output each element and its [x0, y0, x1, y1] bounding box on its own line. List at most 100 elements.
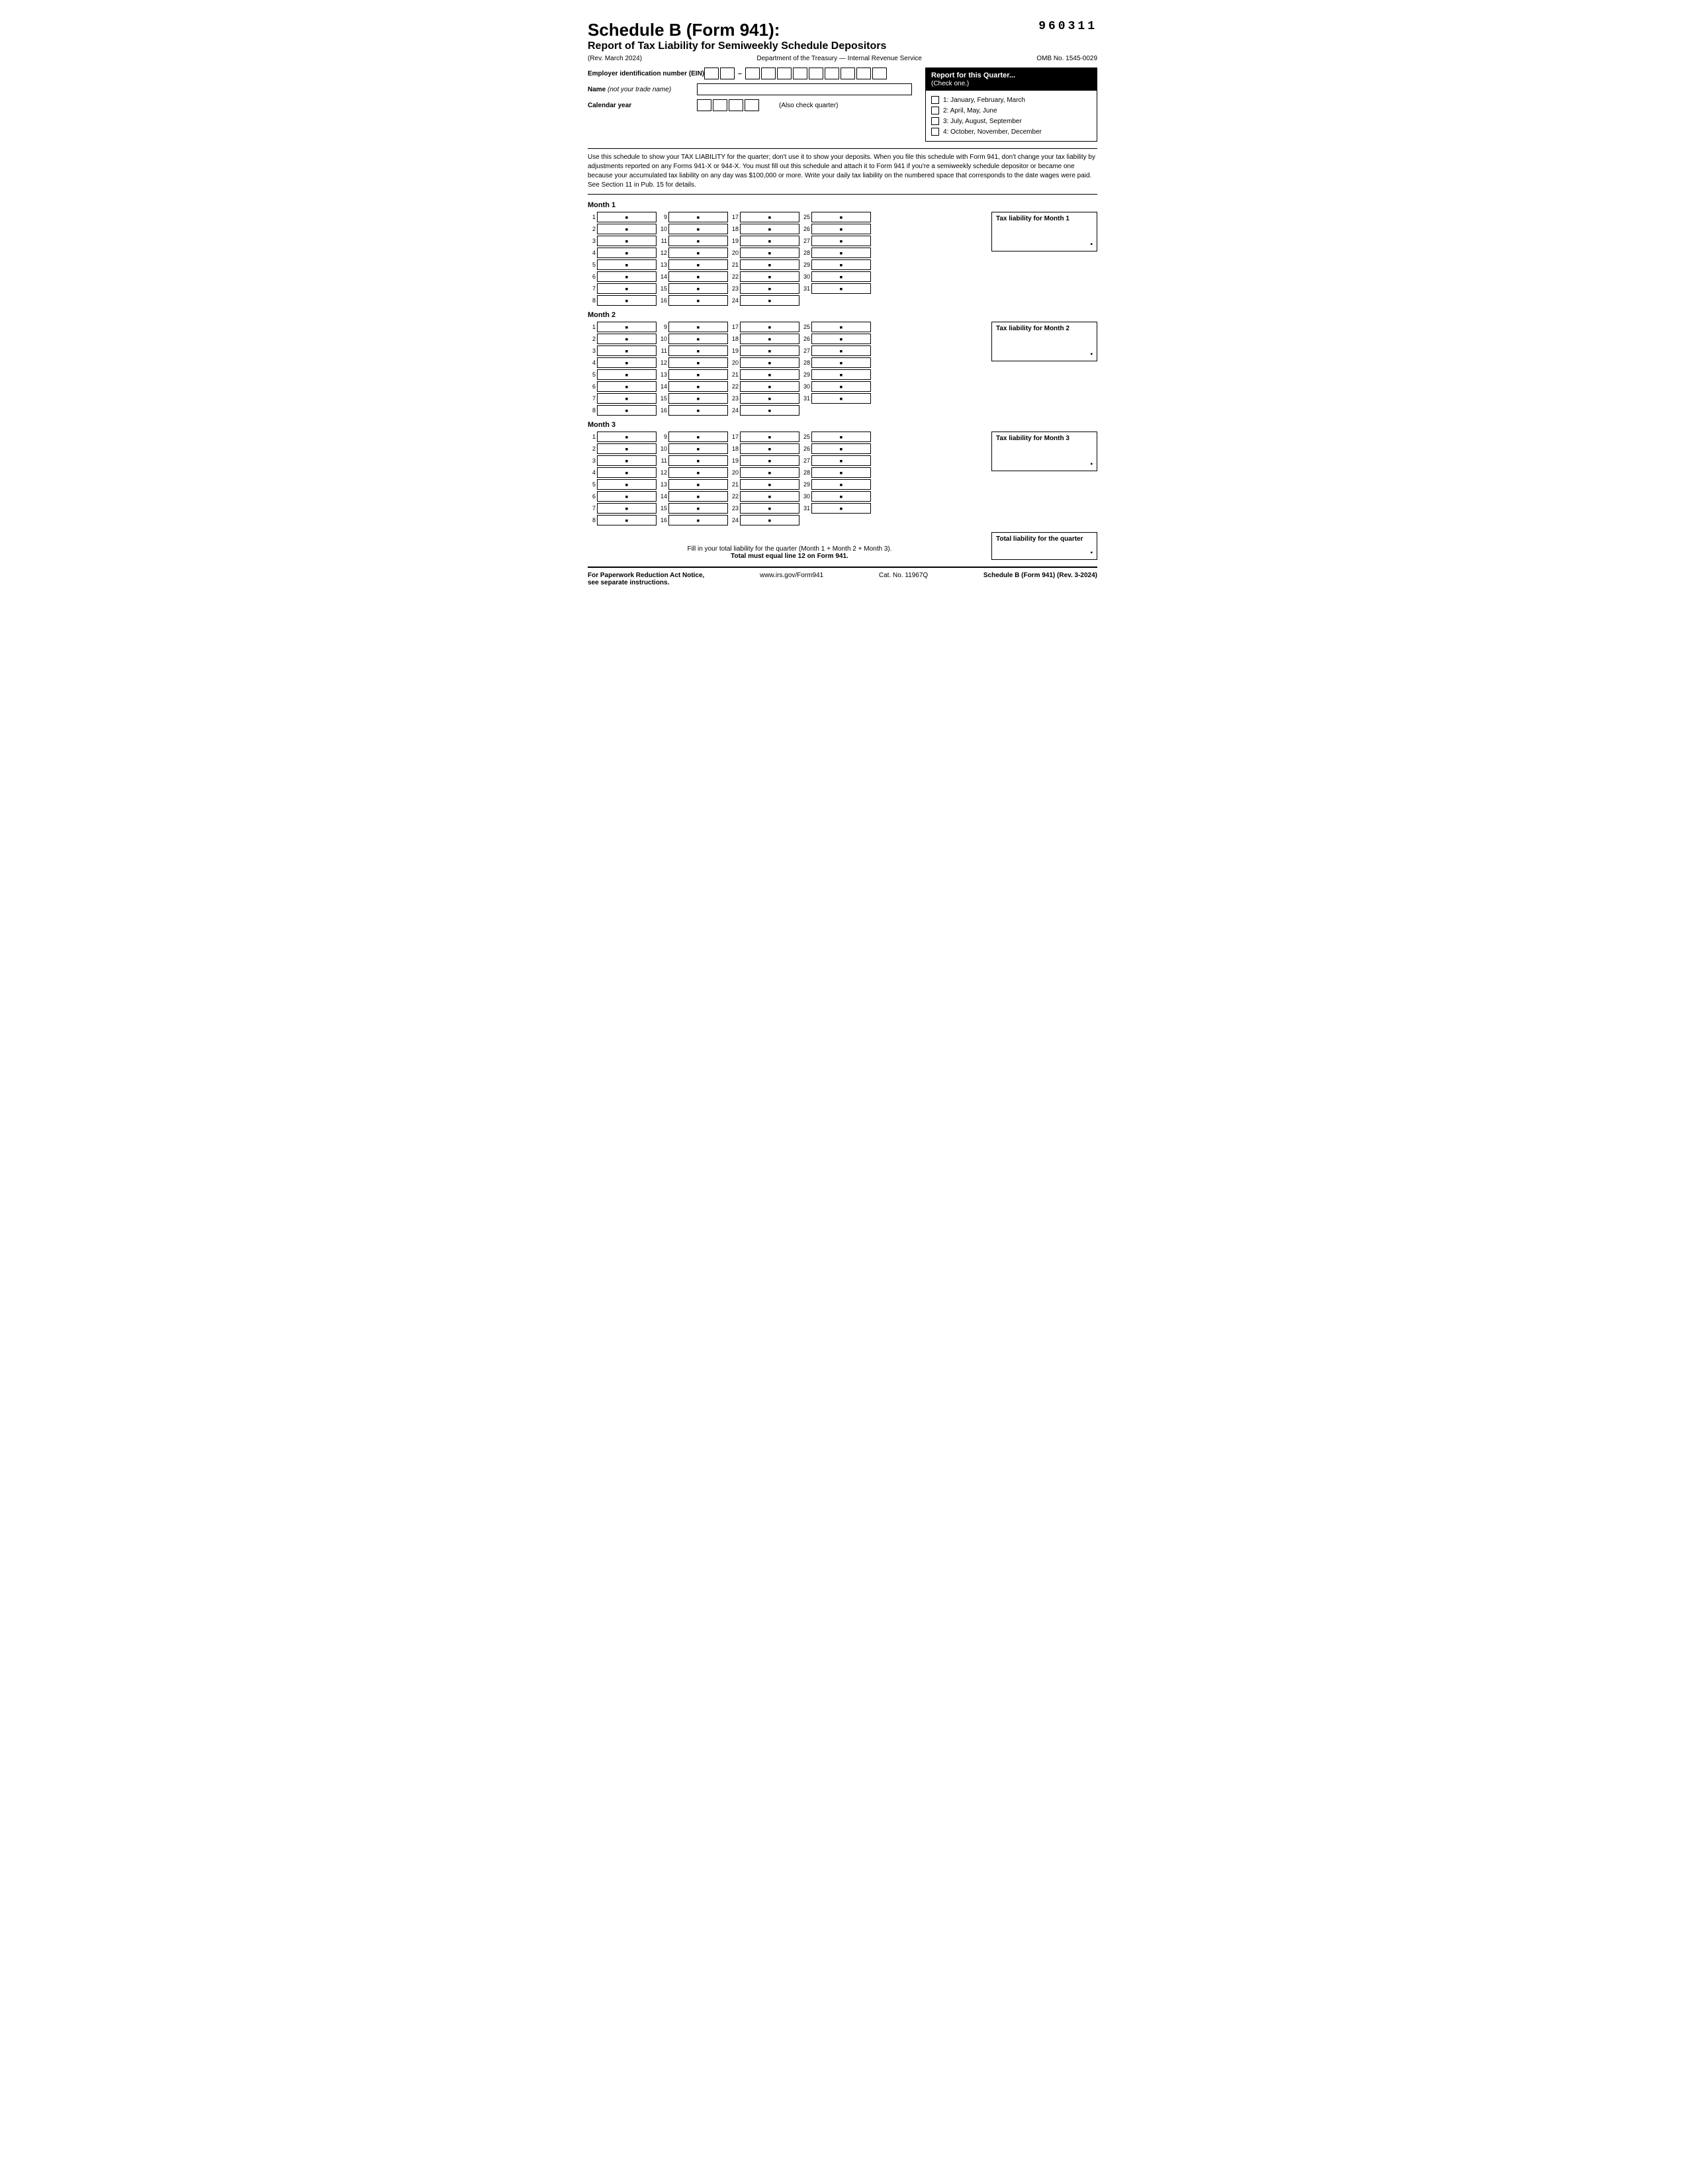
ein-box-2[interactable]: [720, 68, 735, 79]
m2-day-8[interactable]: ▪: [597, 405, 657, 416]
ein-box-5[interactable]: [777, 68, 792, 79]
m1-day-9[interactable]: ▪: [668, 212, 728, 222]
m2-day-21[interactable]: ▪: [740, 369, 799, 380]
m1-day-24[interactable]: ▪: [740, 295, 799, 306]
quarter-checkbox-1[interactable]: [931, 96, 939, 104]
m3-day-21[interactable]: ▪: [740, 479, 799, 490]
ein-box-11[interactable]: [872, 68, 887, 79]
m2-day-10[interactable]: ▪: [668, 334, 728, 344]
m2-day-30[interactable]: ▪: [811, 381, 871, 392]
ein-box-10[interactable]: [856, 68, 871, 79]
m2-day-14[interactable]: ▪: [668, 381, 728, 392]
m3-day-12[interactable]: ▪: [668, 467, 728, 478]
m2-day-5[interactable]: ▪: [597, 369, 657, 380]
m1-day-29[interactable]: ▪: [811, 259, 871, 270]
m1-day-16[interactable]: ▪: [668, 295, 728, 306]
m1-day-20[interactable]: ▪: [740, 248, 799, 258]
ein-box-1[interactable]: [704, 68, 719, 79]
m1-day-11[interactable]: ▪: [668, 236, 728, 246]
m1-day-21[interactable]: ▪: [740, 259, 799, 270]
quarter-option-1[interactable]: 1: January, February, March: [931, 96, 1091, 104]
cal-box-3[interactable]: [729, 99, 743, 111]
m3-day-3[interactable]: ▪: [597, 455, 657, 466]
m3-day-25[interactable]: ▪: [811, 432, 871, 442]
m2-day-7[interactable]: ▪: [597, 393, 657, 404]
ein-box-3[interactable]: [745, 68, 760, 79]
m2-day-24[interactable]: ▪: [740, 405, 799, 416]
quarter-option-3[interactable]: 3: July, August, September: [931, 117, 1091, 125]
m1-day-6[interactable]: ▪: [597, 271, 657, 282]
m3-day-7[interactable]: ▪: [597, 503, 657, 514]
m3-day-5[interactable]: ▪: [597, 479, 657, 490]
m1-day-25[interactable]: ▪: [811, 212, 871, 222]
m2-day-4[interactable]: ▪: [597, 357, 657, 368]
m3-day-26[interactable]: ▪: [811, 443, 871, 454]
m2-day-29[interactable]: ▪: [811, 369, 871, 380]
m3-day-15[interactable]: ▪: [668, 503, 728, 514]
m2-day-28[interactable]: ▪: [811, 357, 871, 368]
m3-day-19[interactable]: ▪: [740, 455, 799, 466]
m2-day-11[interactable]: ▪: [668, 345, 728, 356]
ein-box-6[interactable]: [793, 68, 807, 79]
m3-day-10[interactable]: ▪: [668, 443, 728, 454]
m3-day-24[interactable]: ▪: [740, 515, 799, 525]
m2-day-22[interactable]: ▪: [740, 381, 799, 392]
quarter-option-4[interactable]: 4: October, November, December: [931, 128, 1091, 136]
m1-day-2[interactable]: ▪: [597, 224, 657, 234]
m1-day-30[interactable]: ▪: [811, 271, 871, 282]
m3-day-9[interactable]: ▪: [668, 432, 728, 442]
m2-day-12[interactable]: ▪: [668, 357, 728, 368]
m2-day-17[interactable]: ▪: [740, 322, 799, 332]
m2-day-18[interactable]: ▪: [740, 334, 799, 344]
m3-day-11[interactable]: ▪: [668, 455, 728, 466]
m2-day-13[interactable]: ▪: [668, 369, 728, 380]
m1-day-28[interactable]: ▪: [811, 248, 871, 258]
m1-day-17[interactable]: ▪: [740, 212, 799, 222]
m3-day-4[interactable]: ▪: [597, 467, 657, 478]
m3-day-2[interactable]: ▪: [597, 443, 657, 454]
tax-liability-month-3-value[interactable]: ▪: [996, 454, 1093, 468]
m2-day-9[interactable]: ▪: [668, 322, 728, 332]
m2-day-3[interactable]: ▪: [597, 345, 657, 356]
m3-day-6[interactable]: ▪: [597, 491, 657, 502]
m1-day-12[interactable]: ▪: [668, 248, 728, 258]
m3-day-18[interactable]: ▪: [740, 443, 799, 454]
m2-day-19[interactable]: ▪: [740, 345, 799, 356]
quarter-checkbox-2[interactable]: [931, 107, 939, 114]
quarter-option-2[interactable]: 2: April, May, June: [931, 107, 1091, 114]
m1-day-18[interactable]: ▪: [740, 224, 799, 234]
m2-day-26[interactable]: ▪: [811, 334, 871, 344]
ein-box-9[interactable]: [841, 68, 855, 79]
tax-liability-month-2-value[interactable]: ▪: [996, 344, 1093, 358]
m1-day-23[interactable]: ▪: [740, 283, 799, 294]
quarter-checkbox-4[interactable]: [931, 128, 939, 136]
ein-box-4[interactable]: [761, 68, 776, 79]
cal-box-2[interactable]: [713, 99, 727, 111]
m2-day-15[interactable]: ▪: [668, 393, 728, 404]
m3-day-23[interactable]: ▪: [740, 503, 799, 514]
m1-day-4[interactable]: ▪: [597, 248, 657, 258]
m2-day-27[interactable]: ▪: [811, 345, 871, 356]
m1-day-27[interactable]: ▪: [811, 236, 871, 246]
quarter-checkbox-3[interactable]: [931, 117, 939, 125]
m1-day-10[interactable]: ▪: [668, 224, 728, 234]
m2-day-31[interactable]: ▪: [811, 393, 871, 404]
m2-day-20[interactable]: ▪: [740, 357, 799, 368]
m1-day-31[interactable]: ▪: [811, 283, 871, 294]
m3-day-29[interactable]: ▪: [811, 479, 871, 490]
m2-day-25[interactable]: ▪: [811, 322, 871, 332]
ein-box-7[interactable]: [809, 68, 823, 79]
m3-day-1[interactable]: ▪: [597, 432, 657, 442]
cal-box-1[interactable]: [697, 99, 711, 111]
ein-box-8[interactable]: [825, 68, 839, 79]
m1-day-22[interactable]: ▪: [740, 271, 799, 282]
name-input[interactable]: [697, 83, 912, 95]
m2-day-23[interactable]: ▪: [740, 393, 799, 404]
m1-day-3[interactable]: ▪: [597, 236, 657, 246]
m1-day-26[interactable]: ▪: [811, 224, 871, 234]
m3-day-14[interactable]: ▪: [668, 491, 728, 502]
tax-liability-month-1-value[interactable]: ▪: [996, 234, 1093, 248]
m2-day-1[interactable]: ▪: [597, 322, 657, 332]
m2-day-6[interactable]: ▪: [597, 381, 657, 392]
m3-day-22[interactable]: ▪: [740, 491, 799, 502]
